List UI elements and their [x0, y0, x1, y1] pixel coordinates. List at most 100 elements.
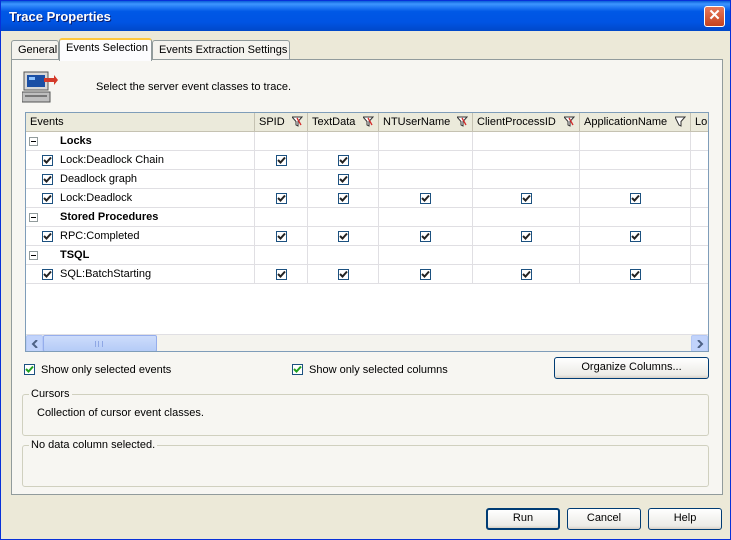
column-cell[interactable]	[473, 265, 580, 284]
column-checkbox[interactable]	[338, 155, 349, 166]
event-checkbox[interactable]	[42, 269, 53, 280]
column-cell[interactable]	[308, 132, 379, 151]
column-cell[interactable]	[255, 246, 308, 265]
cancel-button[interactable]: Cancel	[567, 508, 641, 530]
column-cell[interactable]	[379, 208, 473, 227]
column-checkbox[interactable]	[276, 269, 287, 280]
filter-funnel-icon	[564, 116, 575, 127]
tab-general[interactable]: General	[11, 40, 59, 60]
column-checkbox[interactable]	[338, 174, 349, 185]
column-checkbox[interactable]	[420, 193, 431, 204]
column-cell[interactable]	[255, 151, 308, 170]
column-checkbox[interactable]	[521, 231, 532, 242]
column-cell[interactable]	[691, 265, 708, 284]
column-cell[interactable]	[691, 208, 708, 227]
column-cell[interactable]	[580, 189, 691, 208]
collapse-icon[interactable]	[29, 137, 38, 146]
column-cell[interactable]	[308, 189, 379, 208]
column-cell[interactable]	[473, 151, 580, 170]
column-checkbox[interactable]	[521, 269, 532, 280]
column-cell[interactable]	[691, 227, 708, 246]
column-cell[interactable]	[580, 170, 691, 189]
column-header-applicationname[interactable]: ApplicationName	[580, 113, 691, 132]
organize-columns-button[interactable]: Organize Columns...	[554, 357, 709, 379]
run-button[interactable]: Run	[486, 508, 560, 530]
close-button[interactable]: ✕	[704, 6, 725, 27]
column-checkbox[interactable]	[420, 231, 431, 242]
column-checkbox[interactable]	[630, 269, 641, 280]
column-cell[interactable]	[308, 246, 379, 265]
column-cell[interactable]	[379, 227, 473, 246]
column-cell[interactable]	[473, 246, 580, 265]
column-cell[interactable]	[255, 170, 308, 189]
tab-events-selection[interactable]: Events Selection	[59, 38, 152, 61]
column-cell[interactable]	[691, 170, 708, 189]
column-checkbox[interactable]	[276, 155, 287, 166]
column-cell[interactable]	[255, 132, 308, 151]
column-cell[interactable]	[308, 170, 379, 189]
column-checkbox[interactable]	[338, 193, 349, 204]
column-cell[interactable]	[580, 227, 691, 246]
tab-events-extraction-settings[interactable]: Events Extraction Settings	[152, 40, 290, 60]
column-cell[interactable]	[691, 151, 708, 170]
column-checkbox[interactable]	[630, 231, 641, 242]
event-checkbox[interactable]	[42, 155, 53, 166]
show-selected-events-checkbox[interactable]	[24, 364, 35, 375]
column-cell[interactable]	[255, 208, 308, 227]
column-cell[interactable]	[691, 132, 708, 151]
scroll-left-button[interactable]	[26, 335, 43, 351]
event-checkbox[interactable]	[42, 174, 53, 185]
column-checkbox[interactable]	[521, 193, 532, 204]
filter-funnel-icon	[292, 116, 303, 127]
column-cell[interactable]	[308, 151, 379, 170]
column-cell[interactable]	[580, 132, 691, 151]
scroll-thumb[interactable]	[43, 335, 157, 351]
column-checkbox[interactable]	[276, 231, 287, 242]
column-cell[interactable]	[308, 208, 379, 227]
horizontal-scrollbar[interactable]	[26, 334, 708, 351]
column-cell[interactable]	[379, 189, 473, 208]
column-cell[interactable]	[255, 189, 308, 208]
column-cell[interactable]	[379, 132, 473, 151]
column-cell[interactable]	[473, 132, 580, 151]
column-cell[interactable]	[473, 227, 580, 246]
column-checkbox[interactable]	[630, 193, 641, 204]
checkmark-icon	[631, 270, 640, 278]
column-cell[interactable]	[580, 208, 691, 227]
column-cell[interactable]	[473, 208, 580, 227]
column-checkbox[interactable]	[338, 231, 349, 242]
column-cell[interactable]	[473, 189, 580, 208]
column-checkbox[interactable]	[338, 269, 349, 280]
column-cell[interactable]	[379, 170, 473, 189]
column-header-textdata[interactable]: TextData	[308, 113, 379, 132]
column-header-events[interactable]: Events	[26, 113, 255, 132]
column-cell[interactable]	[691, 246, 708, 265]
collapse-icon[interactable]	[29, 213, 38, 222]
column-checkbox[interactable]	[276, 193, 287, 204]
scroll-right-button[interactable]	[691, 335, 708, 351]
column-cell[interactable]	[379, 246, 473, 265]
column-checkbox[interactable]	[420, 269, 431, 280]
help-button[interactable]: Help	[648, 508, 722, 530]
column-cell[interactable]	[580, 265, 691, 284]
column-cell[interactable]	[308, 227, 379, 246]
column-cell[interactable]	[255, 227, 308, 246]
column-header-clientprocessid[interactable]: ClientProcessID	[473, 113, 580, 132]
column-cell[interactable]	[379, 151, 473, 170]
column-cell[interactable]	[379, 265, 473, 284]
event-checkbox[interactable]	[42, 231, 53, 242]
column-cell[interactable]	[691, 189, 708, 208]
show-selected-columns-checkbox[interactable]	[292, 364, 303, 375]
checkmark-icon	[293, 365, 302, 373]
title-bar[interactable]: Trace Properties ✕	[1, 1, 730, 31]
event-checkbox[interactable]	[42, 193, 53, 204]
column-header-lo[interactable]: Lo	[691, 113, 708, 132]
column-cell[interactable]	[473, 170, 580, 189]
column-header-spid[interactable]: SPID	[255, 113, 308, 132]
column-header-ntusername[interactable]: NTUserName	[379, 113, 473, 132]
column-cell[interactable]	[580, 246, 691, 265]
column-cell[interactable]	[255, 265, 308, 284]
column-cell[interactable]	[580, 151, 691, 170]
column-cell[interactable]	[308, 265, 379, 284]
collapse-icon[interactable]	[29, 251, 38, 260]
